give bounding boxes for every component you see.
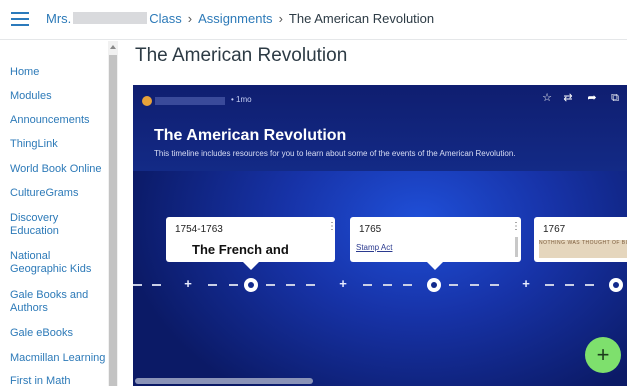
nav-item-gale-ebooks[interactable]: Gale eBooks	[10, 327, 108, 340]
card-pointer	[243, 262, 259, 270]
card-heading: The French and	[192, 242, 289, 257]
nav-item-home[interactable]: Home	[10, 66, 108, 79]
scroll-up-arrow-icon[interactable]	[110, 45, 116, 49]
card-date: 1754-1763	[175, 224, 223, 235]
course-navigation-sidebar: Home Modules Announcements ThingLink Wor…	[0, 41, 118, 386]
add-event-plus-icon[interactable]: +	[182, 277, 194, 290]
hamburger-menu-icon[interactable]	[11, 12, 29, 26]
nav-item-gale-books-and-authors[interactable]: Gale Books and Authors	[10, 289, 108, 315]
timeline-node-1765[interactable]	[427, 278, 441, 292]
sidebar-scrollbar[interactable]	[108, 41, 118, 386]
course-suffix: Class	[149, 11, 182, 26]
horizontal-scrollbar-thumb[interactable]	[135, 378, 313, 384]
breadcrumb-separator: ›	[187, 11, 193, 26]
timeline-dash	[266, 284, 275, 286]
breadcrumb-course-link[interactable]: Mrs. Class	[46, 11, 182, 26]
timeline-dash	[229, 284, 238, 286]
course-prefix: Mrs.	[46, 11, 72, 26]
breadcrumb: Mrs. Class › Assignments › The American Revol…	[46, 11, 434, 26]
nav-item-macmillan-learning[interactable]: Macmillan Learning	[10, 352, 108, 365]
timeline-dash	[152, 284, 161, 286]
timeline-card-1765[interactable]: 1765 ⋮ Stamp Act	[350, 217, 521, 270]
sidebar-scrollbar-thumb[interactable]	[109, 55, 117, 386]
nav-item-first-in-math[interactable]: First in Math	[10, 375, 108, 386]
share-icon[interactable]: ➦	[585, 91, 599, 105]
timeline-dash	[383, 284, 392, 286]
timeline-dash	[306, 284, 315, 286]
redacted-teacher-name	[73, 12, 148, 24]
timeline-dash	[286, 284, 295, 286]
card-scrollbar[interactable]	[515, 237, 518, 257]
star-icon[interactable]: ☆	[540, 91, 554, 105]
embed-title: The American Revolution	[154, 127, 347, 144]
breadcrumb-separator: ›	[278, 11, 283, 26]
add-event-plus-icon[interactable]: +	[520, 277, 532, 290]
timeline-node-1767[interactable]	[609, 278, 623, 292]
nav-item-modules[interactable]: Modules	[10, 90, 108, 103]
card-menu-icon[interactable]: ⋮	[511, 221, 521, 232]
timeline-dash	[403, 284, 412, 286]
nav-item-culturegrams[interactable]: CultureGrams	[10, 187, 108, 200]
card-date: 1765	[359, 224, 382, 235]
top-navigation-bar: Mrs. Class › Assignments › The American Revol…	[0, 0, 627, 40]
nav-item-national-geographic-kids[interactable]: National Geographic Kids	[10, 250, 108, 276]
card-date: 1767	[543, 224, 566, 235]
breadcrumb-assignments-link[interactable]: Assignments	[198, 11, 272, 26]
nav-item-thinglink[interactable]: ThingLink	[10, 138, 108, 151]
timeline-card-1767[interactable]: 1767 NOTHING WAS THOUGHT OF BUT AND THE …	[534, 217, 627, 262]
embed-header: • 1mo ☆ ⇄ ➦ ⧉ The American Revolution Th…	[133, 85, 627, 171]
timeline-dash	[449, 284, 458, 286]
timeline-dash	[490, 284, 499, 286]
timeline-dash	[363, 284, 372, 286]
card-image-historic-document: NOTHING WAS THOUGHT OF BUT AND THE EASIE…	[539, 240, 627, 258]
embed-description: This timeline includes resources for you…	[154, 149, 516, 158]
timeline-node-1754[interactable]	[244, 278, 258, 292]
add-post-button[interactable]: +	[585, 337, 621, 373]
breadcrumb-current: The American Revolution	[288, 11, 435, 26]
timeline-dash	[585, 284, 594, 286]
timeline-card-1754-1763[interactable]: 1754-1763 ⋮ The French and	[166, 217, 337, 270]
card-pointer	[427, 262, 443, 270]
card-link-stamp-act[interactable]: Stamp Act	[356, 243, 392, 252]
course-nav-list: Home Modules Announcements ThingLink Wor…	[0, 41, 108, 386]
timeline-embed: • 1mo ☆ ⇄ ➦ ⧉ The American Revolution Th…	[133, 85, 627, 386]
repost-icon[interactable]: ⇄	[561, 91, 575, 105]
nav-item-announcements[interactable]: Announcements	[10, 114, 108, 127]
timeline-dash	[470, 284, 479, 286]
card-menu-icon[interactable]: ⋮	[327, 221, 337, 232]
timeline-dash	[565, 284, 574, 286]
timeline-dash	[133, 284, 142, 286]
nav-item-discovery-education[interactable]: Discovery Education	[10, 212, 108, 238]
timeline-dash	[208, 284, 217, 286]
redacted-author-name	[155, 97, 225, 105]
add-event-plus-icon[interactable]: +	[337, 277, 349, 290]
timeline-dash	[545, 284, 554, 286]
nav-item-world-book-online[interactable]: World Book Online	[10, 163, 108, 176]
posted-time: • 1mo	[231, 95, 252, 104]
page-title: The American Revolution	[135, 45, 348, 66]
author-avatar[interactable]	[142, 96, 152, 106]
open-external-icon[interactable]: ⧉	[608, 91, 622, 105]
